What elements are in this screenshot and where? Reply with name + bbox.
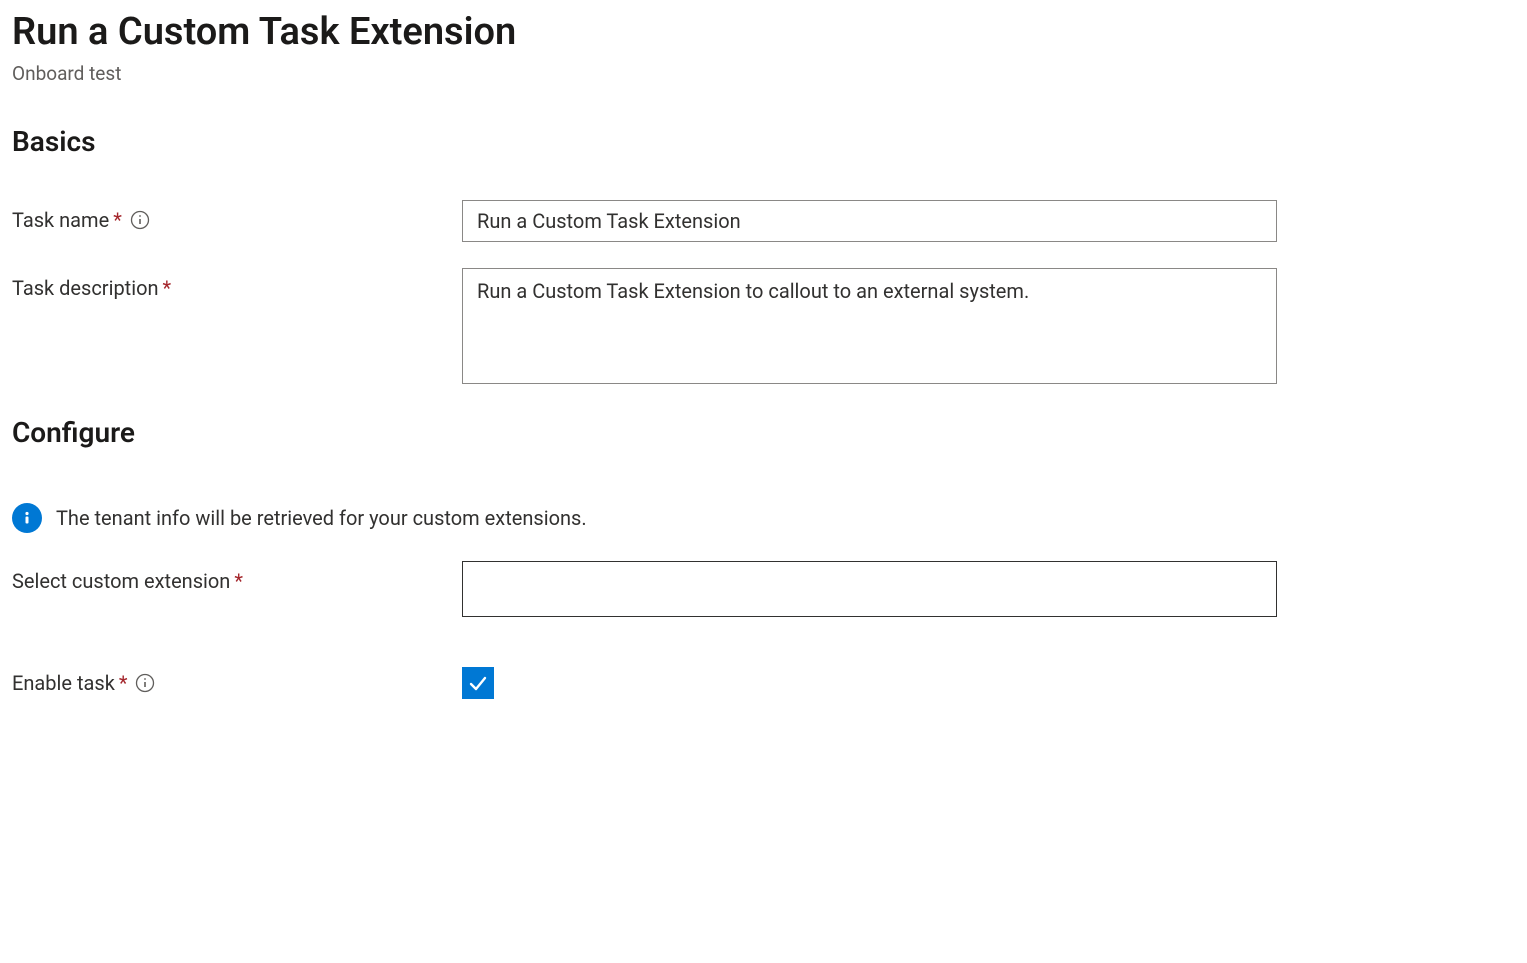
select-extension-label: Select custom extension * bbox=[12, 561, 462, 593]
required-asterisk: * bbox=[234, 569, 243, 593]
required-asterisk: * bbox=[113, 208, 122, 232]
enable-task-label-text: Enable task bbox=[12, 671, 115, 695]
required-asterisk: * bbox=[119, 671, 128, 695]
info-icon[interactable] bbox=[135, 673, 155, 693]
select-extension-row: Select custom extension * bbox=[12, 561, 1515, 617]
select-extension-input[interactable] bbox=[462, 561, 1277, 617]
section-basics-heading: Basics bbox=[12, 125, 1515, 158]
task-description-label-text: Task description bbox=[12, 276, 159, 300]
enable-task-row: Enable task * bbox=[12, 667, 1515, 699]
section-configure-heading: Configure bbox=[12, 416, 1515, 449]
task-name-input[interactable] bbox=[462, 200, 1277, 242]
enable-task-checkbox[interactable] bbox=[462, 667, 494, 699]
select-extension-label-text: Select custom extension bbox=[12, 569, 230, 593]
info-badge-icon bbox=[12, 503, 42, 533]
page-subtitle: Onboard test bbox=[12, 62, 1515, 85]
task-description-row: Task description * bbox=[12, 268, 1515, 388]
tenant-info-message: The tenant info will be retrieved for yo… bbox=[12, 503, 1515, 533]
task-name-row: Task name * bbox=[12, 200, 1515, 242]
task-description-input[interactable] bbox=[462, 268, 1277, 384]
task-description-label: Task description * bbox=[12, 268, 462, 300]
required-asterisk: * bbox=[163, 276, 172, 300]
task-name-label-text: Task name bbox=[12, 208, 109, 232]
tenant-info-text: The tenant info will be retrieved for yo… bbox=[56, 506, 587, 530]
task-name-label: Task name * bbox=[12, 200, 462, 232]
info-icon[interactable] bbox=[130, 210, 150, 230]
enable-task-label: Enable task * bbox=[12, 671, 462, 695]
page-title: Run a Custom Task Extension bbox=[12, 10, 1515, 56]
